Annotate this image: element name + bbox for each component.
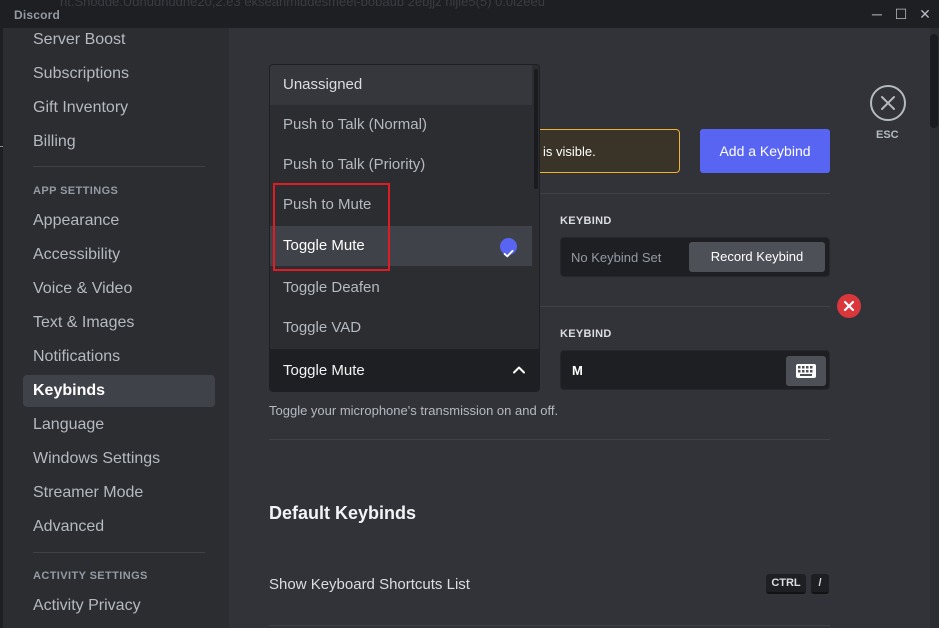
sidebar-item-gift-inventory[interactable]: Gift Inventory [23, 92, 215, 124]
sidebar-item-appearance[interactable]: Appearance [23, 205, 215, 237]
sidebar-item-text-images[interactable]: Text & Images [23, 307, 215, 339]
divider [269, 625, 830, 626]
no-keybind-text: No Keybind Set [571, 250, 662, 265]
dropdown-scrollbar[interactable] [534, 69, 538, 189]
app-name: Discord [14, 8, 61, 22]
close-icon [881, 96, 895, 110]
dropdown-current-value: Toggle Mute [283, 362, 365, 379]
warning-banner: is visible. [520, 129, 680, 173]
checkmark-icon [500, 238, 517, 258]
minimize-button[interactable]: ─ [866, 4, 888, 24]
keybind-input[interactable]: M [560, 350, 830, 390]
sidebar-item-billing[interactable]: Billing [23, 126, 215, 158]
keybind-label: KEYBIND [560, 328, 612, 340]
dropdown-select-field[interactable]: Toggle Mute [270, 349, 539, 391]
remove-keybind-button[interactable] [837, 294, 861, 318]
sidebar-divider [33, 166, 205, 167]
esc-close-button[interactable] [870, 85, 906, 121]
edit-keybind-button[interactable] [786, 356, 826, 386]
settings-sidebar: Server Boost Subscriptions Gift Inventor… [3, 28, 229, 628]
sidebar-item-advanced[interactable]: Advanced [23, 511, 215, 543]
sidebar-header-activity-settings: ACTIVITY SETTINGS [33, 570, 148, 582]
divider [540, 193, 830, 194]
dropdown-option-push-to-talk-priority[interactable]: Push to Talk (Priority) [270, 145, 532, 185]
background-window-text: nt.Shodde.Udhudhudhe20,2.e3 ekseahmiddes… [60, 0, 545, 9]
warning-text: is visible. [543, 144, 596, 159]
default-keybinds-title: Default Keybinds [269, 503, 417, 523]
dropdown-option-toggle-vad[interactable]: Toggle VAD [270, 308, 532, 348]
chevron-up-icon [513, 366, 525, 374]
record-keybind-button[interactable]: Record Keybind [689, 242, 825, 272]
divider [269, 439, 830, 440]
dropdown-option-toggle-deafen[interactable]: Toggle Deafen [270, 268, 532, 308]
sidebar-item-notifications[interactable]: Notifications [23, 341, 215, 373]
divider [540, 306, 830, 307]
sidebar-header-app-settings: APP SETTINGS [33, 185, 119, 197]
esc-label: ESC [876, 129, 899, 141]
sidebar-item-subscriptions[interactable]: Subscriptions [23, 58, 215, 90]
keycap-ctrl: CTRL [766, 574, 806, 594]
keybind-value: M [572, 363, 583, 378]
sidebar-divider [33, 552, 205, 553]
keybind-input-empty[interactable]: No Keybind Set Record Keybind [560, 237, 830, 277]
scrollbar-thumb[interactable] [930, 34, 938, 128]
dropdown-option-push-to-talk-normal[interactable]: Push to Talk (Normal) [270, 105, 532, 145]
sidebar-item-activity-privacy[interactable]: Activity Privacy [23, 590, 215, 622]
maximize-button[interactable]: ☐ [890, 4, 912, 24]
keyboard-icon [796, 364, 816, 378]
sidebar-item-voice-video[interactable]: Voice & Video [23, 273, 215, 305]
sidebar-item-streamer-mode[interactable]: Streamer Mode [23, 477, 215, 509]
close-icon [843, 300, 855, 312]
sidebar-item-language[interactable]: Language [23, 409, 215, 441]
shortcut-row-label: Show Keyboard Shortcuts List [269, 576, 470, 593]
highlight-annotation-box [273, 183, 390, 271]
add-keybind-button[interactable]: Add a Keybind [700, 129, 830, 173]
keycap-slash: / [811, 574, 829, 594]
keybind-description: Toggle your microphone's transmission on… [269, 403, 559, 418]
dropdown-option-unassigned[interactable]: Unassigned [270, 65, 532, 105]
sidebar-item-server-boost[interactable]: Server Boost [23, 24, 215, 56]
sidebar-item-accessibility[interactable]: Accessibility [23, 239, 215, 271]
close-window-button[interactable]: ✕ [914, 4, 936, 24]
keybind-label: KEYBIND [560, 215, 612, 227]
sidebar-item-windows-settings[interactable]: Windows Settings [23, 443, 215, 475]
sidebar-item-keybinds[interactable]: Keybinds [23, 375, 215, 407]
